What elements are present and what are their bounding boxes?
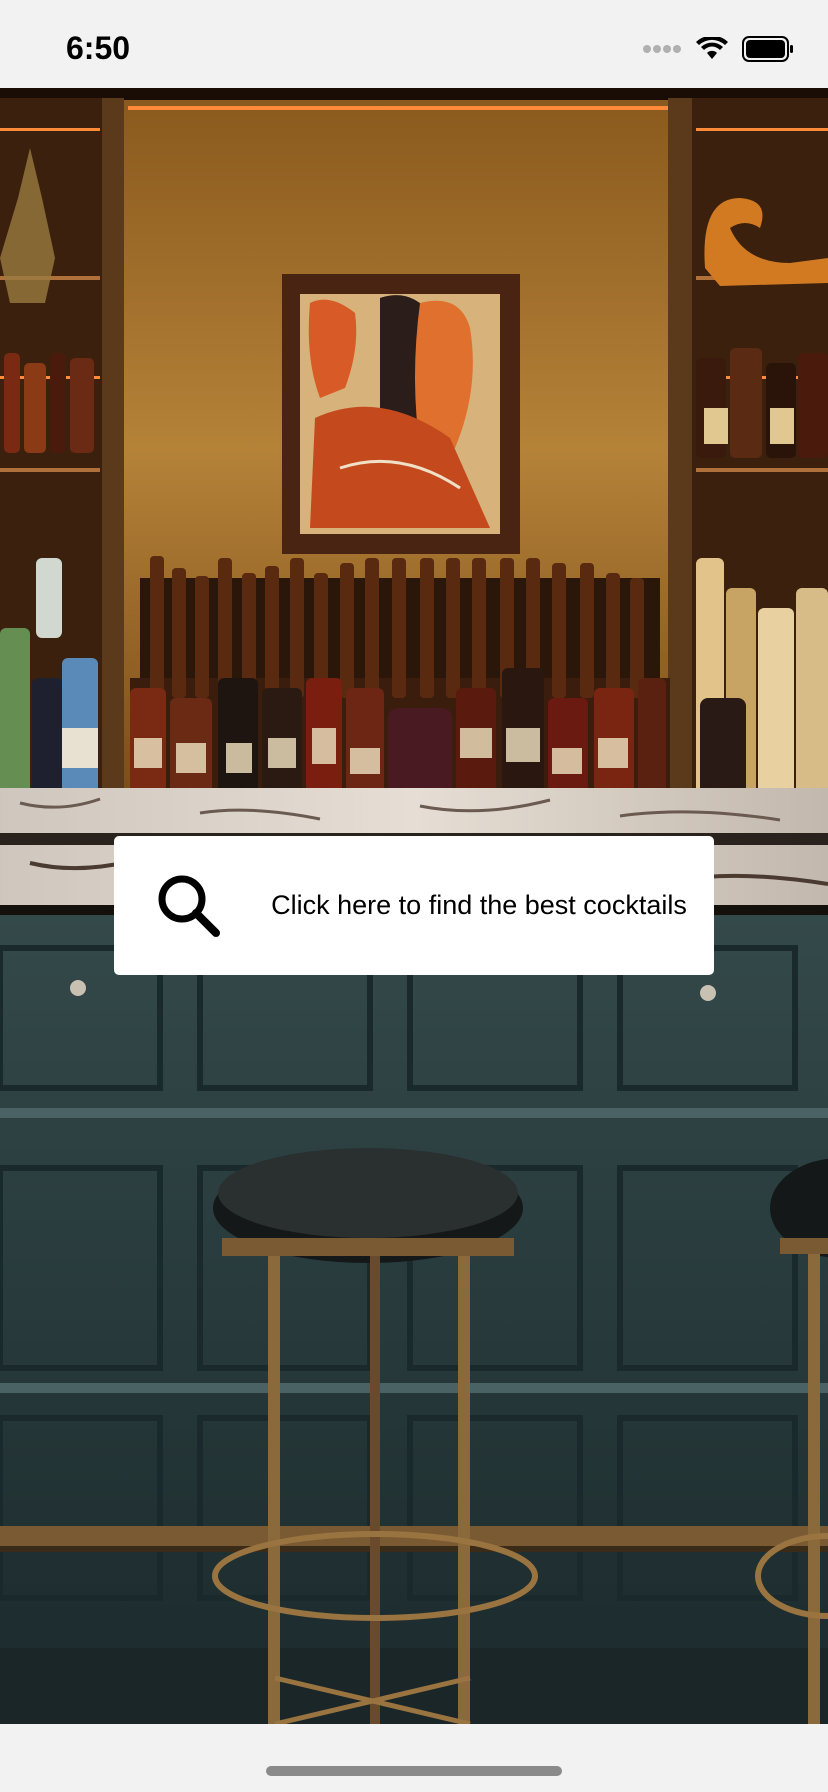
status-icons [642, 36, 794, 62]
search-cocktails-button[interactable]: Click here to find the best cocktails [114, 836, 714, 975]
battery-icon [742, 36, 793, 62]
status-time: 6:50 [66, 30, 131, 66]
home-area [0, 1724, 828, 1792]
wifi-icon [696, 37, 728, 59]
home-indicator[interactable] [266, 1766, 562, 1776]
status-bar: 6:50 [0, 0, 828, 88]
search-icon [158, 875, 220, 937]
search-prompt-text: Click here to find the best cocktails [271, 890, 687, 920]
signal-dots-icon [643, 45, 681, 53]
